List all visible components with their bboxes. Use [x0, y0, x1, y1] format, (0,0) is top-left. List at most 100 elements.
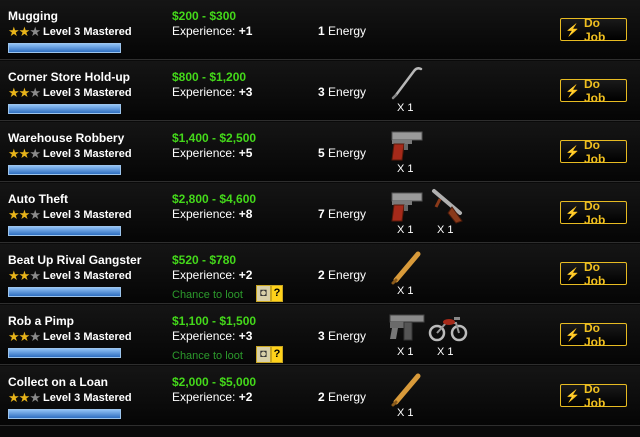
job-info: Warehouse Robbery ★★★ Level 3 Mastered [8, 131, 168, 175]
mastery-stars: ★★★ [8, 268, 41, 284]
do-job-button[interactable]: ⚡ Do Job [560, 137, 627, 166]
money-reward: $800 - $1,200 [172, 70, 247, 84]
mastery-stars: ★★★ [8, 146, 41, 162]
item-count: X 1 [397, 163, 414, 175]
mastery-level: ★★★ Level 3 Mastered [8, 390, 168, 406]
lightning-bolt-icon: ⚡ [565, 144, 580, 159]
item-count: X 1 [397, 346, 414, 358]
required-item: X 1 [388, 187, 428, 241]
energy-value: 3 [318, 85, 325, 99]
unknown-loot-icon: ? [271, 285, 283, 302]
mastery-level: ★★★ Level 3 Mastered [8, 24, 168, 40]
item-count: X 1 [397, 224, 414, 236]
job-info: Auto Theft ★★★ Level 3 Mastered [8, 192, 168, 236]
experience-reward: Experience: +3 [172, 85, 312, 99]
loot-bag-icon: ◘ [256, 285, 271, 302]
do-job-label: Do Job [583, 15, 606, 44]
required-item: X 1 [428, 187, 468, 241]
star-icon: ★ [18, 146, 31, 161]
do-job-button[interactable]: ⚡ Do Job [560, 381, 627, 410]
loot-text: Chance to loot [172, 289, 243, 301]
star-icon: ★ [18, 207, 31, 222]
money-reward: $2,800 - $4,600 [172, 192, 257, 206]
experience-value: +3 [238, 85, 253, 99]
star-icon: ★ [8, 146, 20, 161]
job-info: Mugging ★★★ Level 3 Mastered [8, 9, 168, 53]
energy-value: 3 [318, 329, 325, 343]
item-count: X 1 [437, 224, 454, 236]
money-reward: $2,000 - $5,000 [172, 375, 257, 389]
energy-value: 1 [318, 24, 325, 38]
item-count: X 1 [397, 102, 414, 114]
do-job-button[interactable]: ⚡ Do Job [560, 320, 627, 349]
item-count: X 1 [397, 407, 414, 419]
mastery-text: Level 3 Mastered [42, 87, 132, 99]
star-icon: ★ [29, 85, 41, 100]
loot-icons[interactable]: ◘? [256, 346, 283, 363]
job-rewards: $520 - $780 Experience: +2 Chance to loot ◘… [172, 253, 312, 305]
loot-icons[interactable]: ◘? [256, 285, 283, 302]
loot-chance: Chance to loot ◘? [172, 346, 312, 366]
experience-reward: Experience: +2 [172, 268, 312, 282]
job-rewards: $2,800 - $4,600 Experience: +8 [172, 192, 312, 221]
experience-value: +2 [238, 390, 253, 404]
star-icon: ★ [18, 329, 31, 344]
energy-label: Energy [328, 85, 367, 99]
job-name: Warehouse Robbery [8, 131, 125, 145]
experience-value: +5 [238, 146, 253, 160]
energy-label: Energy [328, 329, 367, 343]
star-icon: ★ [8, 207, 20, 222]
job-row: Beat Up Rival Gangster ★★★ Level 3 Mastere… [0, 244, 640, 304]
required-item: X 1 [428, 309, 468, 363]
star-icon: ★ [29, 329, 41, 344]
required-items: X 1 [388, 370, 558, 424]
money-reward: $520 - $780 [172, 253, 237, 267]
do-job-label: Do Job [583, 320, 606, 349]
experience-value: +2 [238, 268, 253, 282]
job-info: Rob a Pimp ★★★ Level 3 Mastered [8, 314, 168, 358]
do-job-label: Do Job [583, 259, 606, 288]
money-reward: $1,400 - $2,500 [172, 131, 257, 145]
job-name: Auto Theft [8, 192, 68, 206]
do-job-label: Do Job [583, 381, 606, 410]
energy-cost: 2 Energy [318, 390, 366, 404]
mastery-progress-bar [8, 348, 121, 358]
star-icon: ★ [29, 390, 41, 405]
job-name: Corner Store Hold-up [8, 70, 130, 84]
energy-value: 2 [318, 390, 325, 404]
experience-label: Experience: [172, 268, 236, 282]
job-info: Corner Store Hold-up ★★★ Level 3 Mastered [8, 70, 168, 114]
required-item: X 1 [388, 370, 428, 424]
experience-label: Experience: [172, 329, 236, 343]
star-icon: ★ [18, 85, 31, 100]
job-name: Mugging [8, 9, 58, 23]
required-items: X 1 [388, 248, 558, 302]
do-job-button[interactable]: ⚡ Do Job [560, 198, 627, 227]
mastery-progress-bar [8, 226, 121, 236]
money-reward: $1,100 - $1,500 [172, 314, 257, 328]
jobs-list: Mugging ★★★ Level 3 Mastered $200 - $300 Exp… [0, 0, 640, 437]
job-rewards: $2,000 - $5,000 Experience: +2 [172, 375, 312, 404]
mastery-level: ★★★ Level 3 Mastered [8, 268, 168, 284]
energy-cost: 1 Energy [318, 24, 366, 38]
job-rewards: $800 - $1,200 Experience: +3 [172, 70, 312, 99]
energy-cost: 3 Energy [318, 85, 366, 99]
do-job-button[interactable]: ⚡ Do Job [560, 259, 627, 288]
energy-cost: 2 Energy [318, 268, 366, 282]
energy-label: Energy [328, 268, 367, 282]
mastery-progress-bar [8, 409, 121, 419]
lightning-bolt-icon: ⚡ [565, 327, 580, 342]
mastery-text: Level 3 Mastered [42, 331, 132, 343]
experience-label: Experience: [172, 207, 236, 221]
item-count: X 1 [437, 346, 454, 358]
experience-reward: Experience: +5 [172, 146, 312, 160]
job-row: Rob a Pimp ★★★ Level 3 Mastered $1,100 - $1… [0, 305, 640, 365]
do-job-label: Do Job [583, 137, 606, 166]
star-icon: ★ [29, 146, 41, 161]
energy-value: 7 [318, 207, 325, 221]
do-job-button[interactable]: ⚡ Do Job [560, 15, 627, 44]
experience-value: +1 [238, 24, 253, 38]
do-job-label: Do Job [583, 198, 606, 227]
do-job-button[interactable]: ⚡ Do Job [560, 77, 627, 105]
job-name: Collect on a Loan [8, 375, 109, 389]
